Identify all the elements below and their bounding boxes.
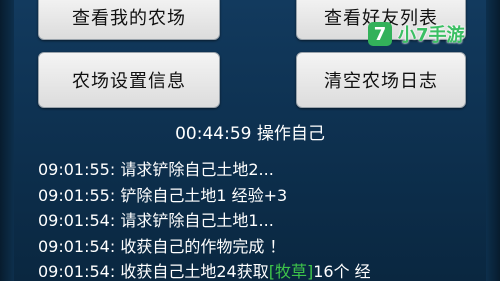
view-my-farm-button[interactable]: 查看我的农场 bbox=[38, 0, 220, 40]
log-line: 09:01:55: 请求铲除自己土地2... bbox=[38, 160, 274, 179]
log-line-text: 09:01:54: 收获自己土地24获取 bbox=[38, 262, 269, 281]
status-line: 00:44:59 操作自己 bbox=[175, 124, 325, 144]
watermark: 7 小7手游 bbox=[368, 20, 494, 48]
log-line: 09:01:54: 收获自己土地24获取[牧草]16个 经 bbox=[38, 259, 488, 281]
farm-log[interactable]: 09:01:55: 请求铲除自己土地2... 09:01:55: 铲除自己土地1… bbox=[38, 157, 488, 281]
crop-name-highlight: [牧草] bbox=[268, 262, 314, 281]
log-line: 09:01:54: 请求铲除自己土地1... bbox=[38, 211, 274, 230]
log-line-text: 16个 经 bbox=[313, 262, 371, 281]
log-line: 09:01:54: 收获自己的作物完成 ！ bbox=[38, 236, 286, 256]
farm-settings-button[interactable]: 农场设置信息 bbox=[38, 52, 220, 108]
watermark-logo-icon: 7 bbox=[368, 22, 392, 46]
log-line: 09:01:55: 铲除自己土地1 经验+3 bbox=[38, 185, 288, 205]
clear-farm-log-button[interactable]: 清空农场日志 bbox=[296, 52, 466, 108]
farm-assistant-app: 查看我的农场 查看好友列表 农场设置信息 清空农场日志 00:44:59 操作自… bbox=[0, 0, 500, 281]
watermark-text: 小7手游 bbox=[398, 25, 465, 46]
